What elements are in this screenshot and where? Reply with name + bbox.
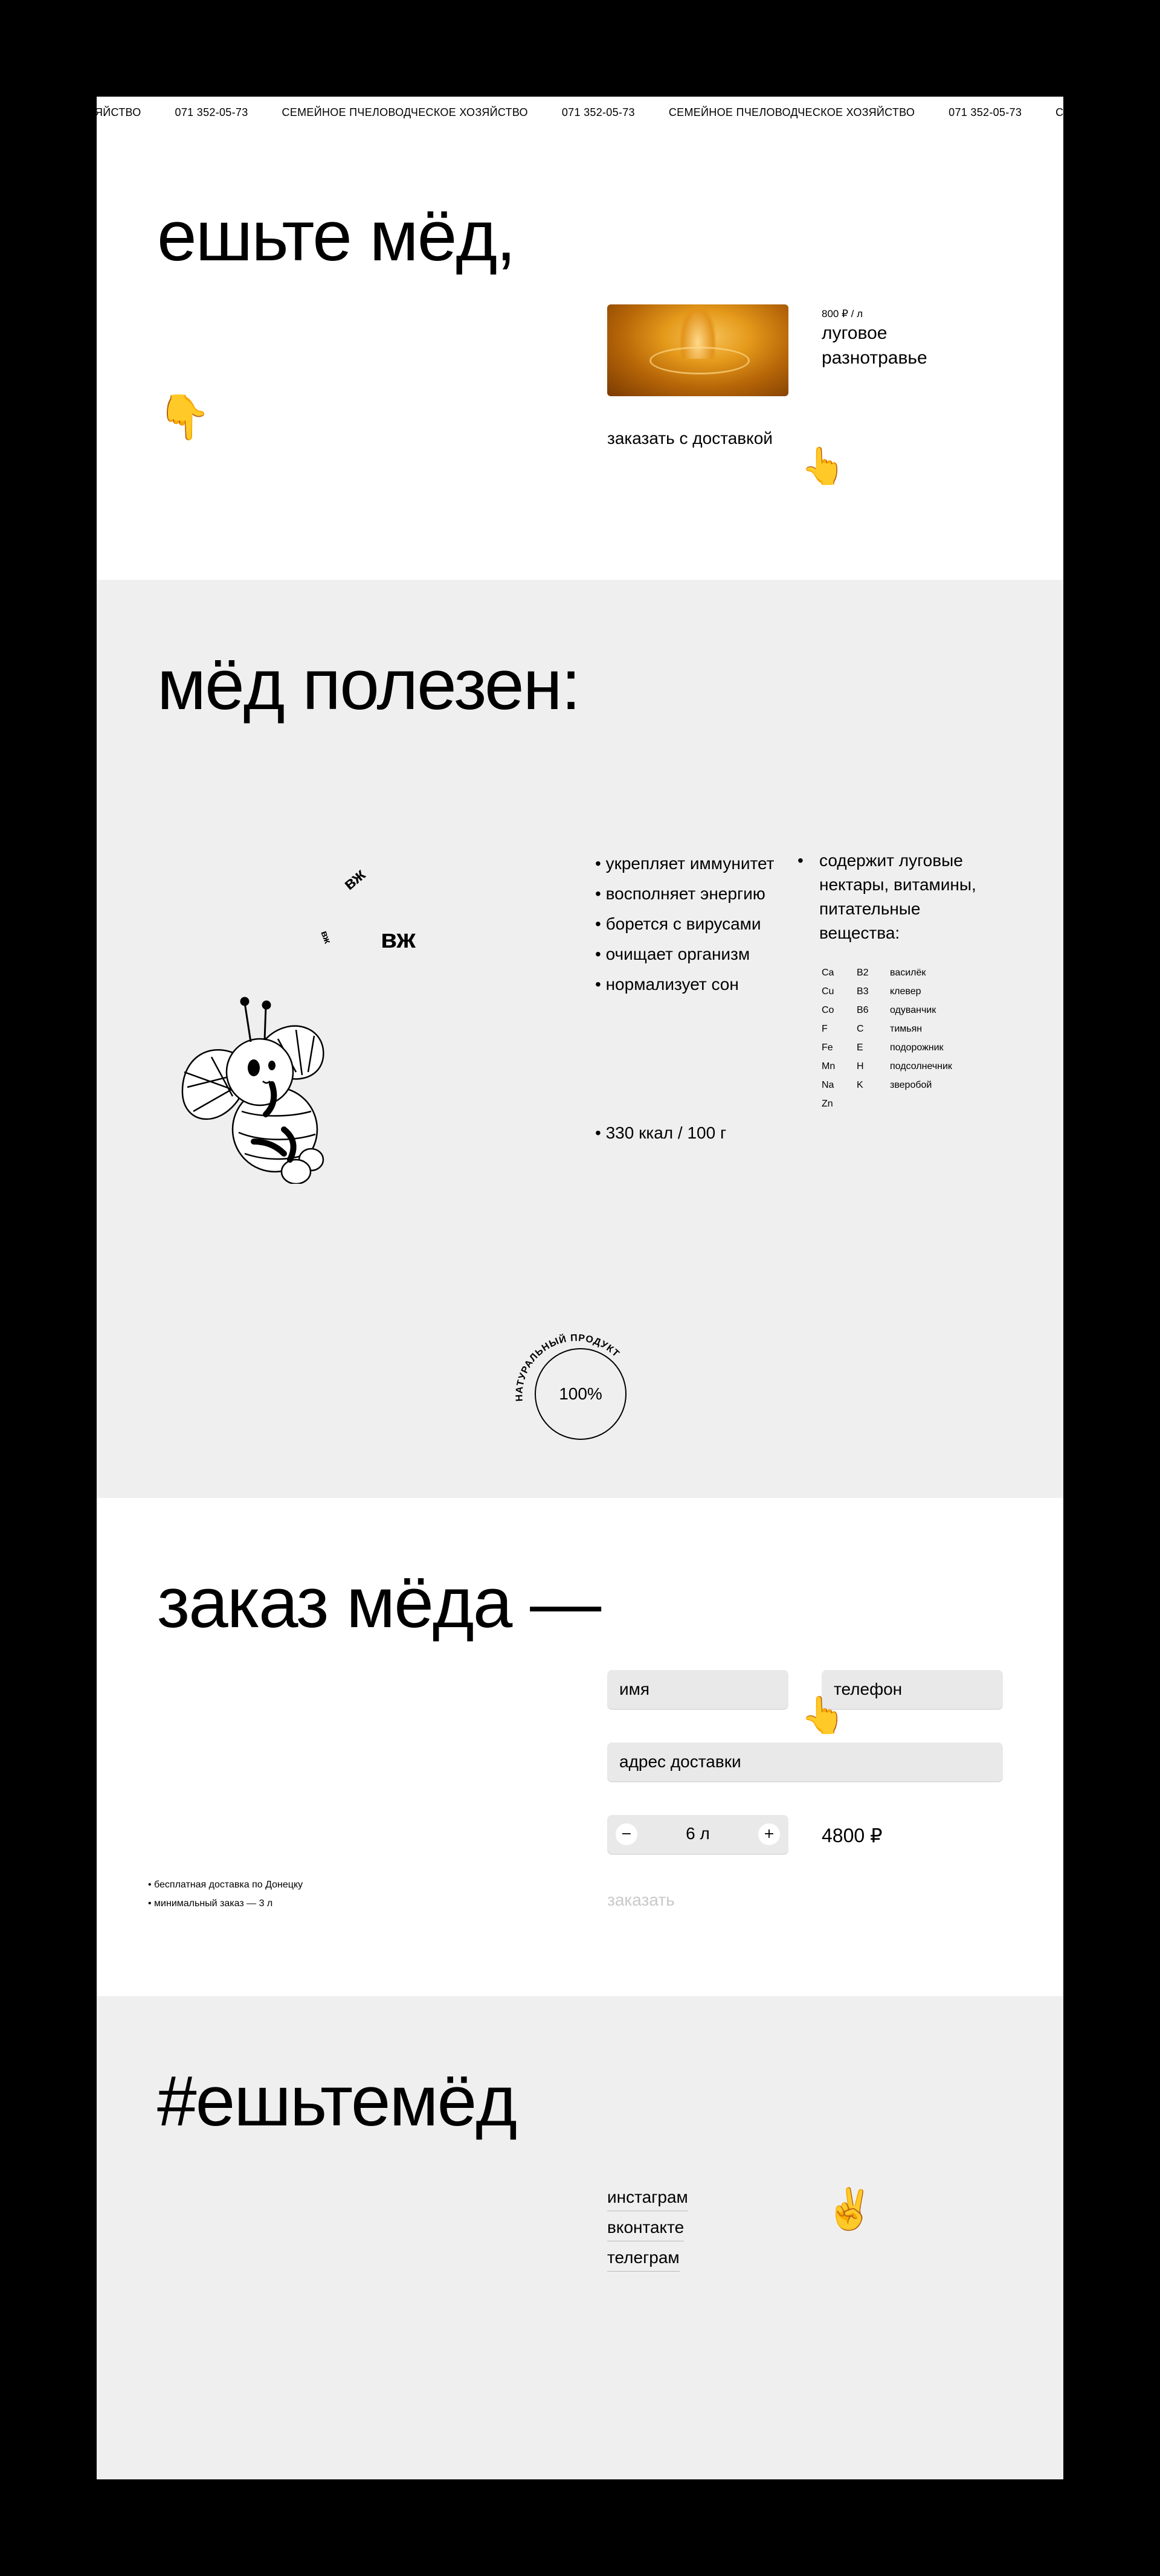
calories-note: 330 ккал / 100 г: [595, 1123, 727, 1143]
plant-item: подорожник: [890, 1042, 944, 1053]
list-item: борется с вирусами: [595, 909, 774, 939]
point-up-emoji: 👆: [801, 1694, 846, 1736]
vitamin-item: K: [857, 1080, 863, 1090]
order-section: заказ мёда — 👆 − 6 л + 4800 ₽ заказать б…: [97, 1498, 1063, 1996]
vitamin-item: H: [857, 1061, 864, 1071]
hero-title: ешьте мёд,: [157, 196, 516, 276]
list-item: укрепляет иммунитет: [595, 849, 775, 879]
victory-hand-emoji: ✌️: [825, 2186, 875, 2232]
marquee-item: семейное пчеловодческое хозяйство: [668, 106, 915, 118]
mineral-item: Na: [822, 1080, 834, 1090]
increment-button[interactable]: +: [758, 1823, 780, 1845]
plant-item: василёк: [890, 968, 926, 978]
list-item: нормализует сон: [595, 969, 774, 1000]
bee-illustration: [181, 997, 324, 1184]
order-title: заказ мёда —: [157, 1563, 601, 1643]
submit-order-button[interactable]: заказать: [607, 1890, 675, 1910]
phone-input[interactable]: [822, 1670, 1003, 1709]
hashtag-title: #ешьтемёд: [157, 2061, 517, 2141]
address-input[interactable]: [607, 1742, 1003, 1781]
buzz-text: вж: [381, 924, 416, 954]
natural-badge: 100%: [535, 1348, 627, 1440]
point-down-emoji: 👇: [157, 391, 211, 442]
product-name: луговое разнотравье: [822, 323, 927, 368]
minerals-column: Ca Cu Co F Fe Mn Na Zn: [822, 963, 835, 1113]
benefits-title: мёд полезен:: [157, 645, 581, 725]
mineral-item: Mn: [822, 1061, 836, 1071]
mineral-item: Co: [822, 1005, 834, 1015]
nectar-text: содержит луговые нектары, витамины, пита…: [819, 851, 976, 942]
marquee-item: семейное пчеловодческое хозяйство: [282, 106, 528, 118]
order-notes: бесплатная доставка по Донецку минимальн…: [148, 1875, 303, 1913]
list-item: бесплатная доставка по Донецку: [148, 1875, 303, 1894]
honey-product-image[interactable]: [607, 304, 788, 396]
instagram-link[interactable]: инстаграм: [607, 2188, 688, 2211]
vitamin-item: B3: [857, 986, 869, 997]
product-price: 800 ₽ / л: [822, 308, 863, 320]
name-input[interactable]: [607, 1670, 788, 1709]
marquee-item: семейное пчеловодческое хозяйство: [1055, 106, 1063, 118]
mineral-item: Cu: [822, 986, 834, 997]
point-up-emoji: 👆: [801, 445, 846, 487]
benefits-section: мёд полезен: вж вж вж • укрепляет иммуни…: [97, 580, 1063, 1498]
badge-percent: 100%: [559, 1384, 602, 1403]
mineral-item: F: [822, 1024, 828, 1034]
mineral-item: Zn: [822, 1099, 833, 1109]
vitamin-item: E: [857, 1042, 863, 1053]
buzz-text: вж: [340, 864, 369, 894]
plant-item: одуванчик: [890, 1005, 936, 1015]
vkontakte-link[interactable]: вконтакте: [607, 2218, 685, 2241]
marquee-phone[interactable]: 071 352-05-73: [949, 106, 1022, 119]
buzz-text: вж: [318, 930, 333, 945]
list-item: минимальный заказ — 3 л: [148, 1894, 303, 1913]
list-item: очищает организм: [595, 939, 774, 969]
top-marquee: хозяйство 071 352-05-73 семейное пчелово…: [97, 97, 1063, 129]
mineral-item: Fe: [822, 1042, 833, 1053]
plant-item: зверобой: [890, 1080, 932, 1090]
page-frame: хозяйство 071 352-05-73 семейное пчелово…: [97, 97, 1063, 2479]
marquee-phone[interactable]: 071 352-05-73: [175, 106, 248, 119]
footer-section: #ешьтемёд инстаграм вконтакте телеграм ✌…: [97, 1996, 1063, 2479]
nectar-note: содержит луговые нектары, витамины, пита…: [798, 849, 1003, 945]
plants-column: василёк клевер одуванчик тимьян подорожн…: [890, 963, 952, 1094]
plant-item: подсолнечник: [890, 1061, 952, 1071]
mineral-item: Ca: [822, 968, 834, 978]
vitamin-item: B2: [857, 968, 869, 978]
marquee-phone[interactable]: 071 352-05-73: [562, 106, 635, 119]
plant-item: клевер: [890, 986, 921, 997]
quantity-stepper[interactable]: − 6 л +: [607, 1815, 788, 1854]
marquee-track: хозяйство 071 352-05-73 семейное пчелово…: [97, 106, 1063, 119]
hero-section: ешьте мёд, 👇 800 ₽ / л луговое разнотрав…: [97, 128, 1063, 580]
order-total: 4800 ₽: [822, 1825, 883, 1846]
vitamin-item: C: [857, 1024, 864, 1034]
marquee-item: хозяйство: [97, 106, 141, 118]
vitamins-column: B2 B3 B6 C E H K: [857, 963, 869, 1094]
order-delivery-link[interactable]: заказать с доставкой: [607, 429, 773, 451]
benefits-list: укрепляет иммунитет восполняет энергию б…: [595, 849, 775, 1000]
honey-ripple-shape: [649, 347, 750, 374]
plant-item: тимьян: [890, 1024, 923, 1034]
telegram-link[interactable]: телеграм: [607, 2248, 680, 2272]
list-item: восполняет энергию: [595, 879, 774, 909]
vitamin-item: B6: [857, 1005, 869, 1015]
